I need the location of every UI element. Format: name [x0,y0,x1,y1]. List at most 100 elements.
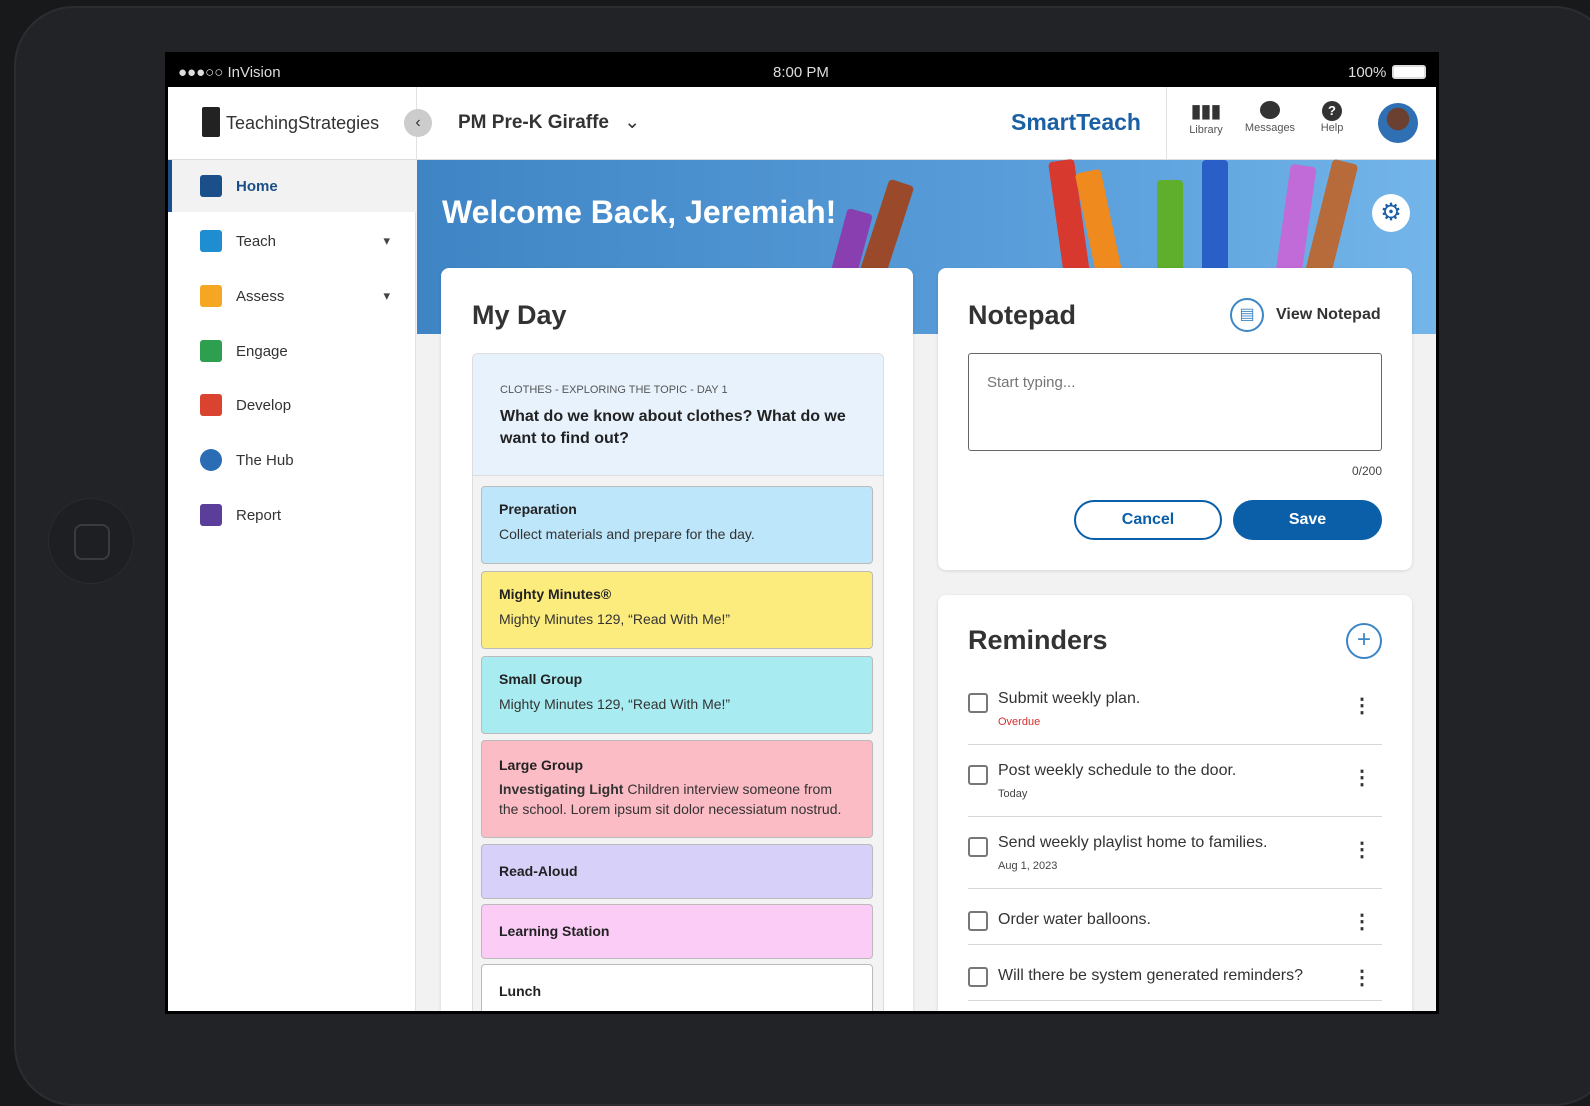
people-icon [200,340,222,362]
sidebar-item-home[interactable]: Home [168,160,416,212]
top-header: TeachingStrategies ‹ PM Pre-K Giraffe ⌄ … [168,87,1436,160]
sidebar-item-label: Engage [236,342,288,360]
sidebar-item-label: Report [236,506,282,524]
home-icon [200,175,222,197]
sidebar-item-label: Teach [236,232,277,250]
notepad-icon: ▤ [1230,298,1264,332]
messages-label: Messages [1244,122,1296,134]
sidebar-item-label: Develop [236,396,292,414]
help-button[interactable]: ? Help [1314,101,1350,134]
notepad-card: Notepad ▤ View Notepad 0/200 Cancel Save [938,268,1412,570]
more-options-icon[interactable]: ⋮ [1352,840,1372,860]
sidebar-item-label: The Hub [236,451,294,469]
chevron-down-icon: ▾ [383,233,390,248]
activity-desc: Collect materials and prepare for the da… [499,526,755,542]
sidebar-item-assess[interactable]: Assess ▾ [168,270,416,322]
reminders-card: Reminders + Submit weekly plan. Overdue … [938,595,1412,1011]
view-notepad-link[interactable]: ▤ View Notepad [1230,298,1381,332]
globe-icon [200,449,222,471]
reminder-checkbox[interactable] [968,765,988,785]
reminders-title: Reminders [968,625,1108,655]
welcome-heading: Welcome Back, Jeremiah! [442,194,837,230]
activity-read-aloud[interactable]: Read-Aloud [481,844,873,899]
activity-desc-bold: Investigating Light [499,781,624,797]
more-options-icon[interactable]: ⋮ [1352,768,1372,788]
status-bar: ●●●○○ InVision 8:00 PM 100% [168,55,1436,87]
reminder-due: Today [998,788,1028,800]
user-avatar[interactable] [1378,103,1418,143]
topic-header[interactable]: CLOTHES - EXPLORING THE TOPIC - DAY 1 Wh… [473,354,883,476]
cancel-button[interactable]: Cancel [1074,500,1222,540]
library-label: Library [1189,124,1223,136]
sidebar-item-the-hub[interactable]: The Hub [168,434,416,486]
more-options-icon[interactable]: ⋮ [1352,968,1372,988]
reminder-checkbox[interactable] [968,911,988,931]
activity-title: Lunch [499,983,541,999]
notepad-title: Notepad [968,300,1076,330]
activity-learning-station[interactable]: Learning Station [481,904,873,959]
reminder-item: Order water balloons. ⋮ [968,899,1382,945]
view-notepad-label: View Notepad [1276,306,1381,323]
book-icon [200,230,222,252]
activity-mighty-minutes[interactable]: Mighty Minutes® Mighty Minutes 129, “Read… [481,571,873,649]
battery-icon [1392,65,1426,79]
activity-desc: Mighty Minutes 129, “Read With Me!” [499,611,731,627]
pencil-icon [200,285,222,307]
reminder-text: Post weekly schedule to the door. [998,762,1237,779]
activity-large-group[interactable]: Large Group Investigating Light Children … [481,740,873,838]
home-button[interactable] [48,498,134,584]
settings-gear-button[interactable]: ⚙ [1372,194,1410,232]
activity-desc: Mighty Minutes 129, “Read With Me!” [499,696,731,712]
add-reminder-button[interactable]: + [1346,623,1382,659]
collapse-sidebar-button[interactable]: ‹ [404,109,432,137]
carrier: ●●●○○ InVision [178,64,281,81]
topic-question: What do we know about clothes? What do w… [500,408,846,447]
reminder-item: Submit weekly plan. Overdue ⋮ [968,683,1382,745]
character-count: 0/200 [1351,464,1382,478]
reminder-due: Aug 1, 2023 [998,860,1058,872]
app-screen: ●●●○○ InVision 8:00 PM 100% TeachingStra… [165,52,1439,1014]
classroom-selector[interactable]: PM Pre-K Giraffe ⌄ [458,111,640,134]
more-options-icon[interactable]: ⋮ [1352,696,1372,716]
clock: 8:00 PM [773,64,829,81]
reminder-text: Submit weekly plan. [998,690,1141,707]
graduation-cap-icon [200,394,222,416]
my-day-card: My Day CLOTHES - EXPLORING THE TOPIC - D… [441,268,913,1011]
more-options-icon[interactable]: ⋮ [1352,912,1372,932]
bar-chart-icon [200,504,222,526]
activity-small-group[interactable]: Small Group Mighty Minutes 129, “Read Wit… [481,656,873,734]
chevron-down-icon: ⌄ [624,112,641,133]
activity-lunch[interactable]: Lunch [481,964,873,1011]
activity-title: Learning Station [499,923,610,939]
save-button[interactable]: Save [1233,500,1382,540]
activity-preparation[interactable]: Preparation Collect materials and prepare… [481,486,873,564]
sidebar-item-report[interactable]: Report [168,489,416,541]
reminder-item: Will there be system generated reminders… [968,955,1382,1001]
smartteach-brand: SmartTeach [1011,109,1141,135]
sidebar-item-engage[interactable]: Engage [168,325,416,377]
reminder-item: Send weekly playlist home to families. A… [968,827,1382,889]
reminder-text: Send weekly playlist home to families. [998,834,1268,851]
reminder-checkbox[interactable] [968,837,988,857]
sidebar-item-teach[interactable]: Teach ▾ [168,215,416,267]
chevron-down-icon: ▾ [383,288,390,303]
sidebar-item-label: Assess [236,287,285,305]
activity-title: Read-Aloud [499,863,578,879]
sidebar-item-develop[interactable]: Develop [168,379,416,431]
reminder-text: Order water balloons. [998,911,1151,928]
activity-title: Mighty Minutes® [499,586,612,602]
help-icon: ? [1322,101,1342,121]
logo: TeachingStrategies [226,113,380,133]
sidebar-item-label: Home [236,177,278,195]
activity-title: Small Group [499,671,583,687]
reminder-status-overdue: Overdue [998,716,1041,728]
battery-level: 100% [1348,64,1387,81]
reminder-checkbox[interactable] [968,967,988,987]
my-day-title: My Day [472,300,567,330]
help-label: Help [1320,122,1344,134]
notepad-input[interactable] [968,353,1382,451]
reminder-checkbox[interactable] [968,693,988,713]
library-button[interactable]: ▮▮▮ Library [1182,101,1230,136]
messages-button[interactable]: Messages [1240,101,1300,134]
library-icon: ▮▮▮ [1191,101,1221,121]
